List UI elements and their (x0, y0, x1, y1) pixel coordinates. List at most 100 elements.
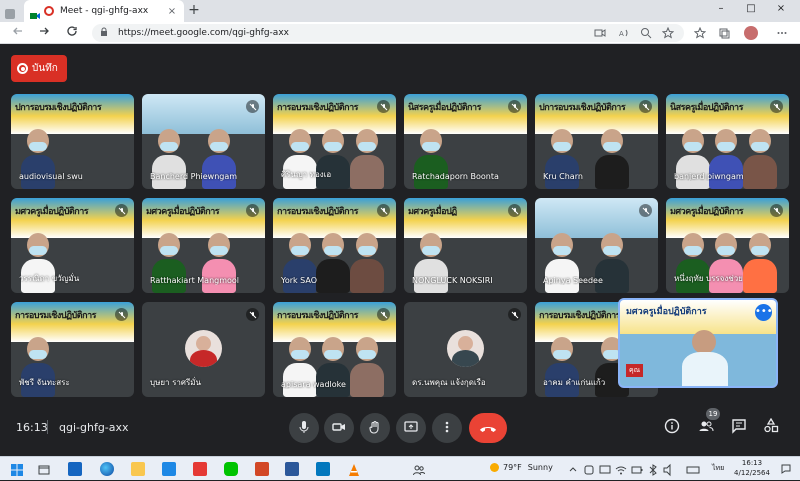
mic-button[interactable] (289, 413, 319, 443)
participant-tile[interactable]: มศวครูเมื่อปฏิ NONGLUCK NOKSIRI (404, 198, 527, 293)
participant-name: NONGLUCK NOKSIRI (412, 276, 493, 285)
participant-tile[interactable]: นิสรครูเมื่อปฏิบัติการ banjerd piwngam (666, 94, 789, 189)
tray-volume-icon[interactable] (662, 462, 676, 477)
file-explorer-icon[interactable] (131, 462, 145, 476)
more-menu-icon[interactable] (776, 27, 788, 39)
chat-icon (731, 418, 747, 438)
participant-tile[interactable]: การอบรมเชิงปฏิบัติการ York SAO (273, 198, 396, 293)
tray-network-icon[interactable] (614, 462, 628, 476)
participant-tile[interactable]: การอบรมเชิงปฏิบัติการ พัชรี จันทะสระ (11, 302, 134, 397)
participant-avatar (447, 330, 484, 367)
store-icon[interactable] (162, 462, 176, 476)
face-mask (553, 246, 571, 255)
raise-hand-button[interactable] (360, 413, 390, 443)
people-button[interactable] (696, 418, 716, 438)
mail-icon[interactable] (68, 462, 82, 476)
people-taskbar-icon[interactable] (412, 462, 426, 476)
people-icon (698, 418, 714, 438)
tile-banner-text: มศวครูเมื่อปฏิบัติการ (670, 207, 744, 217)
face-mask (210, 142, 228, 151)
face-mask (422, 246, 440, 255)
new-tab-button[interactable]: + (186, 2, 202, 18)
self-view-head (692, 330, 716, 354)
participant-tile[interactable]: ดร.นพคุณ แจ้งกุดเรือ (404, 302, 527, 397)
tray-keyboard-icon[interactable] (686, 462, 700, 476)
notifications-icon[interactable] (780, 463, 792, 475)
minimize-button[interactable]: – (710, 3, 732, 14)
participant-tile[interactable]: ปการอบรมเชิงปฏิบัติการ audiovisual swu (11, 94, 134, 189)
activities-button[interactable] (761, 417, 781, 438)
self-view-tile[interactable]: มศวครูเมื่อปฏิบัติการ คุณ ••• (618, 298, 778, 388)
favorites-icon[interactable] (693, 26, 707, 39)
collections-icon[interactable] (718, 27, 730, 39)
meeting-code[interactable]: qgi-ghfg-axx (59, 421, 129, 434)
mic-off-icon (508, 204, 521, 217)
face-mask (422, 142, 440, 151)
participant-tile[interactable]: การอบรมเชิงปฏิบัติการ ศิรินญา ทองเอ (273, 94, 396, 189)
camera-icon[interactable] (594, 27, 606, 39)
browser-tab[interactable]: Meet - qgi-ghfg-axx × (24, 0, 184, 22)
close-window-button[interactable]: × (770, 3, 792, 14)
profile-avatar[interactable] (744, 26, 758, 40)
participant-tile[interactable]: การอบรมเชิงปฏิบัติการ apisara wadloke (273, 302, 396, 397)
face-mask (160, 142, 178, 151)
more-options-button[interactable] (432, 413, 462, 443)
participant-name: บุษยา ราศรีมั่น (150, 378, 201, 387)
task-view-icon[interactable] (37, 462, 51, 476)
participant-tile[interactable]: มศวครูเมื่อปฏิบัติการ วรรณิดา ขวัญมั่น (11, 198, 134, 293)
recording-indicator[interactable]: บันทึก (11, 55, 67, 82)
face-mask (324, 246, 343, 255)
self-view-more-button[interactable]: ••• (755, 304, 773, 321)
tray-bluetooth-icon[interactable] (646, 462, 660, 476)
camera-button[interactable] (324, 413, 354, 443)
window-menu-icon[interactable] (4, 5, 16, 19)
tray-battery-icon[interactable] (630, 462, 644, 476)
system-date: 4/12/2564 (734, 469, 770, 477)
app-red-icon[interactable] (193, 462, 207, 476)
tile-banner-text: การอบรมเชิงปฏิบัติการ (277, 103, 358, 113)
windows-start-icon[interactable] (10, 462, 24, 476)
participant-tile[interactable]: Apinya Seedee (535, 198, 658, 293)
participant-name: วรรณิดา ขวัญมั่น (19, 274, 80, 283)
forward-icon[interactable] (36, 25, 52, 40)
read-aloud-icon[interactable]: A (618, 27, 630, 39)
powerpoint-icon[interactable] (255, 462, 269, 476)
participant-tile[interactable]: มศวครูเมื่อปฏิบัติการ หนึ่งฤทัย บรรจงช่วย (666, 198, 789, 293)
participant-tile[interactable]: บุษยา ราศรีมั่น (142, 302, 265, 397)
tray-chevron-icon[interactable] (566, 462, 580, 476)
tile-banner-text: การอบรมเชิงปฏิบัติการ (539, 311, 620, 321)
tray-app-icon[interactable] (582, 462, 596, 476)
photos-icon[interactable] (316, 462, 330, 476)
participant-tile[interactable]: มศวครูเมื่อปฏิบัติการ Ratthakiart Mangmoo… (142, 198, 265, 293)
input-language[interactable]: ไทย (712, 463, 724, 474)
word-icon[interactable] (285, 462, 299, 476)
system-clock[interactable]: 16:13 4/12/2564 (728, 458, 776, 478)
favorite-add-icon[interactable] (661, 26, 675, 39)
address-bar: https://meet.google.com/qgi-ghfg-axx A (0, 22, 800, 44)
tray-display-icon[interactable] (598, 462, 612, 476)
zoom-icon[interactable] (640, 27, 652, 39)
weather-condition: Sunny (527, 463, 553, 472)
back-icon[interactable] (10, 25, 26, 40)
vlc-icon[interactable] (347, 462, 361, 476)
present-button[interactable] (396, 413, 426, 443)
maximize-button[interactable]: □ (740, 3, 762, 14)
avatar-body (452, 350, 479, 367)
tab-close-button[interactable]: × (166, 6, 178, 17)
weather-widget[interactable]: 79°F Sunny (490, 463, 553, 472)
reload-icon[interactable] (64, 25, 80, 40)
participant-tile[interactable]: Bancherd Phiewngam (142, 94, 265, 189)
edge-browser-icon[interactable] (100, 462, 114, 476)
present-screen-icon (404, 419, 418, 438)
sunny-icon (490, 463, 499, 472)
chat-button[interactable] (729, 418, 749, 438)
participant-tile[interactable]: ปการอบรมเชิงปฏิบัติการ Kru Charn (535, 94, 658, 189)
leave-call-button[interactable] (469, 413, 507, 443)
face-mask (29, 350, 47, 359)
line-app-icon[interactable] (224, 462, 238, 476)
face-mask (357, 142, 376, 151)
participant-tile[interactable]: นิสรครูเมื่อปฏิบัติการ Ratchadaporn Boont… (404, 94, 527, 189)
avatar-head (458, 336, 473, 351)
meeting-info-button[interactable] (662, 418, 682, 438)
face-mask (750, 246, 769, 255)
